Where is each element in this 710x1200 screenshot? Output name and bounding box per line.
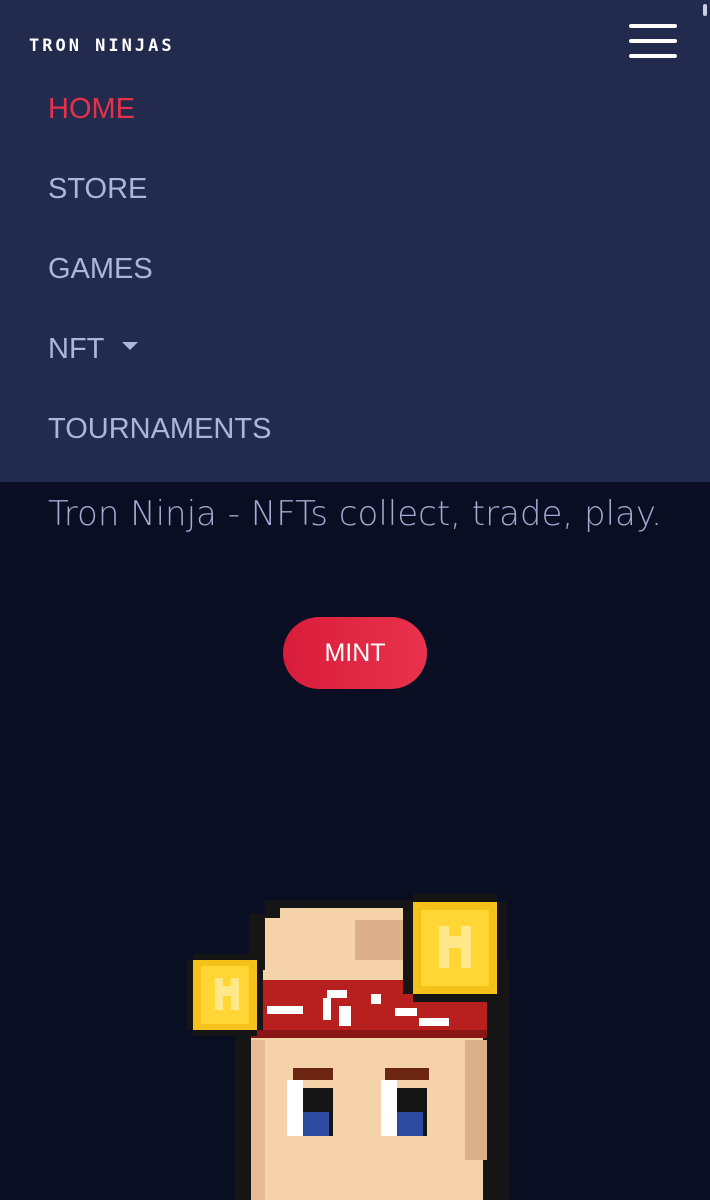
mint-button[interactable]: MINT <box>283 617 427 689</box>
nav-menu: HOME STORE GAMES NFT TOURNAMENTS <box>48 88 271 488</box>
nav-item-store[interactable]: STORE <box>48 168 271 248</box>
nav-item-games[interactable]: GAMES <box>48 248 271 328</box>
brand-logo[interactable]: TRON NINJAS <box>29 36 175 56</box>
caret-down-icon <box>122 342 139 351</box>
menu-line <box>629 39 677 43</box>
nav-item-label: TOURNAMENTS <box>48 413 272 445</box>
ninja-avatar-image <box>187 894 509 1200</box>
hero-tagline: Tron Ninja - NFTs collect, trade, play. <box>48 494 662 534</box>
menu-line <box>629 54 677 58</box>
nav-item-label: HOME <box>48 93 135 125</box>
top-nav-panel: TRON NINJAS HOME STORE GAMES NFT TOURNAM… <box>0 0 710 482</box>
scrollbar-thumb[interactable] <box>703 4 707 16</box>
nav-item-home[interactable]: HOME <box>48 88 271 168</box>
hamburger-menu-icon[interactable] <box>629 24 677 58</box>
menu-line <box>629 24 677 28</box>
page: TRON NINJAS HOME STORE GAMES NFT TOURNAM… <box>0 0 710 1200</box>
nav-item-label: STORE <box>48 173 148 205</box>
nav-item-tournaments[interactable]: TOURNAMENTS <box>48 408 271 488</box>
nav-item-label: NFT <box>48 333 105 365</box>
nav-item-nft[interactable]: NFT <box>48 328 271 408</box>
nav-item-label: GAMES <box>48 253 153 285</box>
